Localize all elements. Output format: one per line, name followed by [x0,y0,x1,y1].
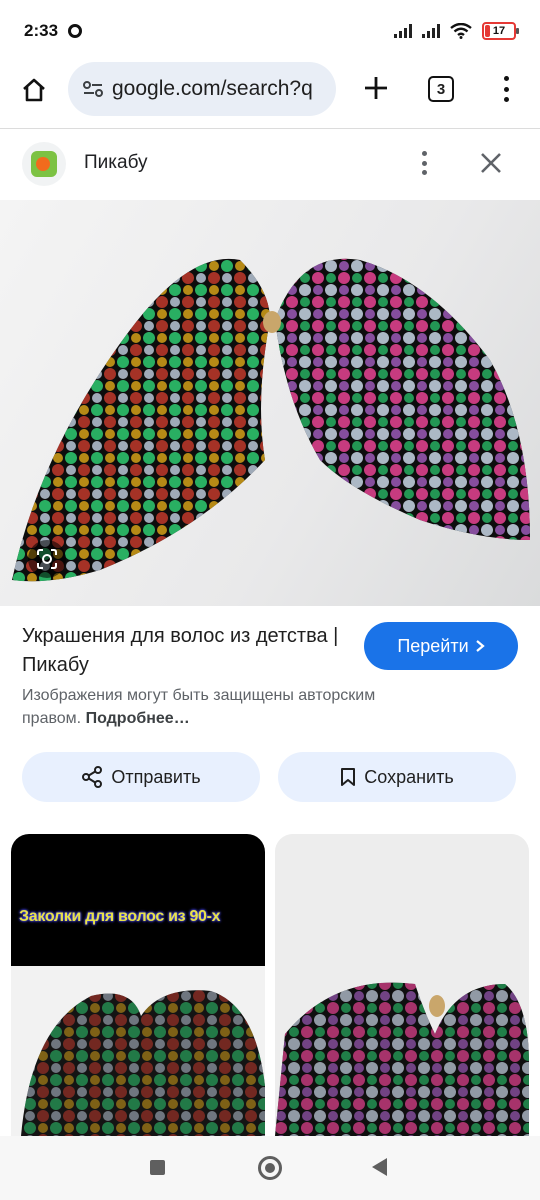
new-tab-button[interactable] [356,68,396,108]
tab-count: 3 [436,80,446,98]
home-button[interactable] [14,70,54,110]
source-name[interactable]: Пикабу [84,152,148,174]
tab-switcher-button[interactable]: 3 [428,76,454,102]
copyright-notice: Изображения могут быть защищены авторски… [22,684,432,730]
chevron-right-icon [475,640,485,652]
home-nav-icon[interactable] [258,1156,282,1180]
share-button[interactable]: Отправить [22,752,260,802]
signal-icon-2 [422,24,440,38]
bookmark-icon [341,768,356,786]
browser-toolbar: google.com/search?q 3 [0,62,540,128]
share-icon [82,766,103,788]
dot [503,86,509,92]
status-indicators: 17 [394,22,519,40]
visit-button[interactable]: Перейти [364,622,518,670]
dot [503,97,509,102]
site-info-icon[interactable] [82,79,104,99]
lens-button[interactable] [28,540,66,578]
more-vert-button[interactable] [414,148,434,178]
url-bar[interactable]: google.com/search?q [68,62,336,116]
source-header: Пикабу [0,136,540,192]
battery-level: 17 [492,25,506,37]
thumb-2-photo [275,834,529,1136]
result-title[interactable]: Украшения для волос из детства | Пикабу [22,622,342,680]
close-icon[interactable] [474,146,508,180]
related-image-1[interactable]: Заколки для волос из 90-х [11,834,265,1136]
system-nav-bar [0,1136,540,1200]
save-label: Сохранить [364,766,454,787]
copyright-text: Изображения могут быть защищены авторски… [22,687,376,727]
overflow-menu-button[interactable] [494,72,518,106]
status-bar: 2:33 17 [0,0,540,62]
toolbar-divider [0,128,540,129]
visit-label: Перейти [397,635,469,656]
more-info-link[interactable]: Подробнее… [86,710,190,727]
main-image[interactable] [0,200,540,606]
wifi-icon [450,23,472,39]
share-label: Отправить [111,766,201,787]
notification-icon [68,24,83,38]
thumb-1-photo [21,990,265,1136]
dot [503,76,509,81]
signal-icon [394,24,412,38]
thumb-caption: Заколки для волос из 90-х [19,908,221,925]
url-text[interactable]: google.com/search?q [112,77,313,101]
recents-icon[interactable] [150,1160,165,1175]
battery-icon: 17 [482,22,519,40]
home-icon [23,78,45,102]
pikabu-favicon [22,142,66,186]
save-button[interactable]: Сохранить [278,752,516,802]
google-lens-icon [37,549,57,569]
new-tab-icon [365,77,387,99]
back-icon[interactable] [372,1158,387,1176]
related-image-2[interactable] [275,834,529,1136]
hair-bow-photo [12,258,530,582]
status-time: 2:33 [24,21,59,40]
